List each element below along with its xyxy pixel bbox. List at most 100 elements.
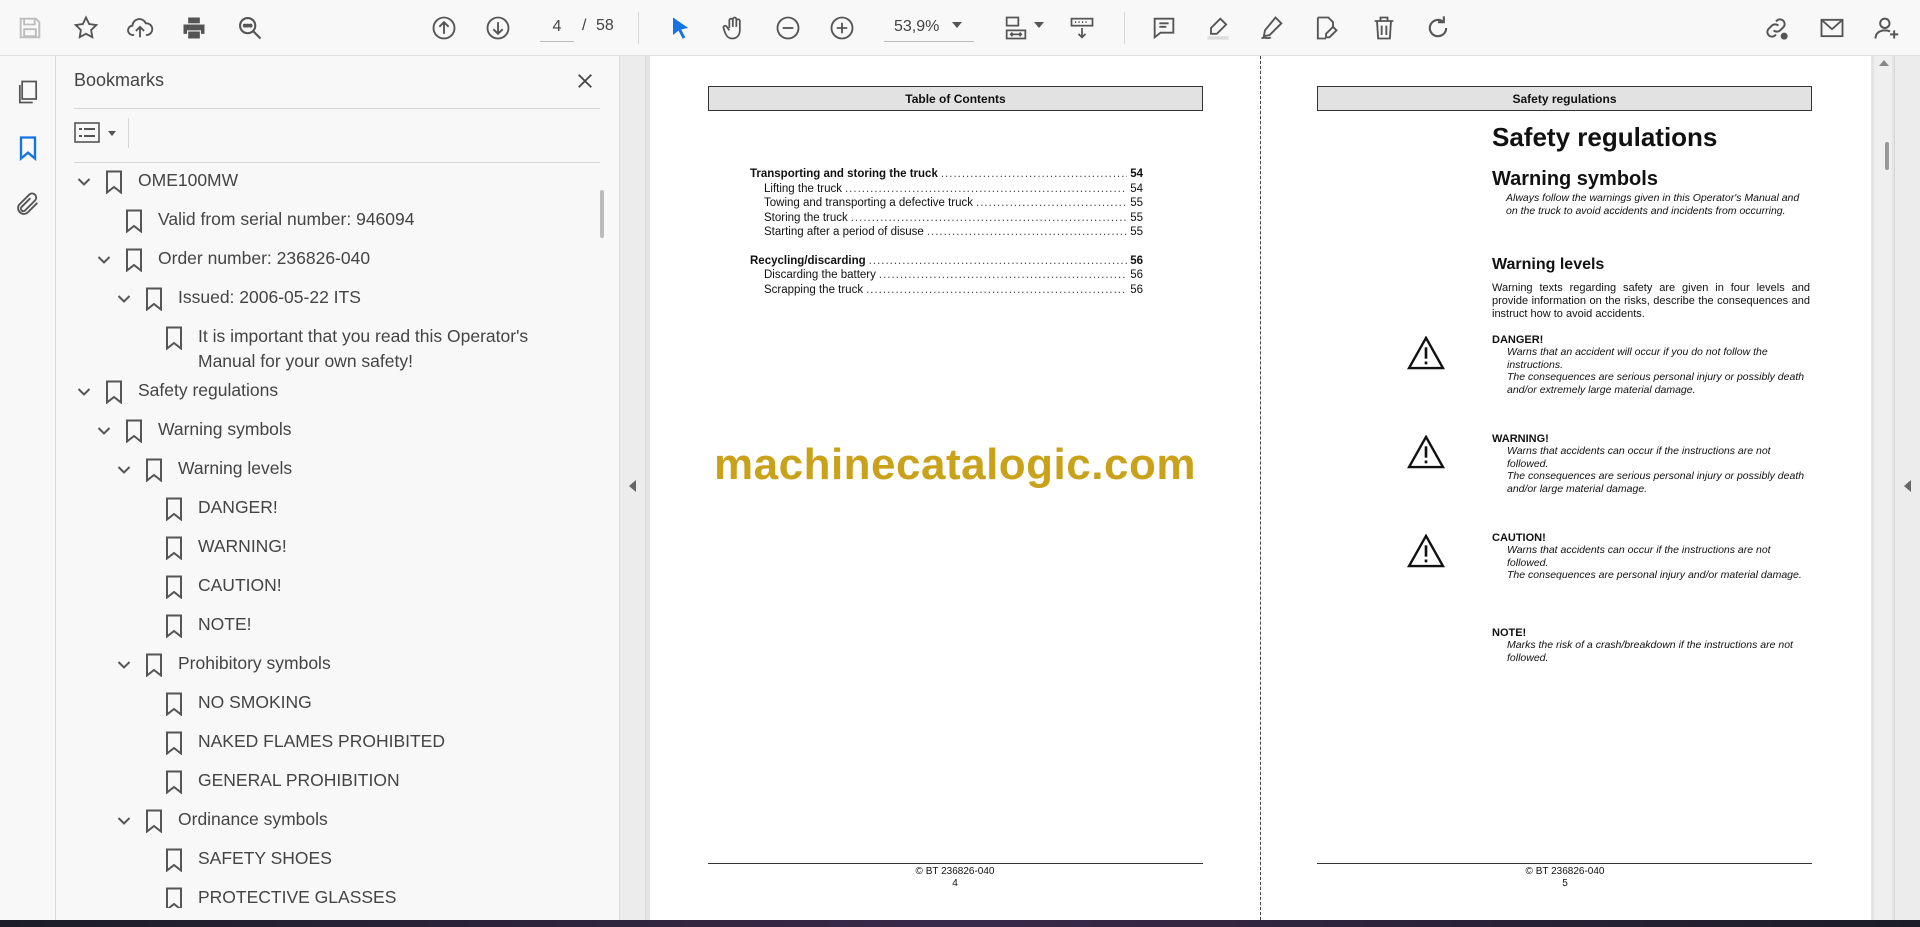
fill-sign-icon[interactable] [1306, 8, 1346, 48]
bookmark-icon [144, 458, 164, 483]
email-icon[interactable] [1812, 8, 1852, 48]
bookmark-icon[interactable] [8, 128, 48, 168]
print-icon[interactable] [174, 8, 214, 48]
toc-entry[interactable]: Recycling/discarding....................… [750, 255, 1143, 269]
bookmark-item[interactable]: PROTECTIVE GLASSES [134, 885, 396, 908]
toc-leader: ........................................… [868, 254, 1128, 267]
bookmark-item[interactable]: Warning symbols [94, 417, 292, 449]
delete-icon[interactable] [1364, 8, 1404, 48]
pages-icon[interactable] [8, 72, 48, 112]
warning-level-description-line: Warns that an accident will occur if you… [1507, 346, 1768, 371]
bookmark-item[interactable]: OME100MW [74, 168, 238, 200]
bookmark-item[interactable]: Ordinance symbols [114, 807, 328, 839]
chevron-down-icon[interactable] [94, 421, 114, 441]
footer-rule [1317, 863, 1812, 864]
toc-entry[interactable]: Scrapping the truck.....................… [750, 284, 1143, 298]
document-page-4: Table of Contents Transporting and stori… [650, 56, 1260, 920]
select-cursor-icon[interactable] [660, 8, 700, 48]
bookmark-label: NO SMOKING [198, 692, 312, 712]
bookmark-label: CAUTION! [198, 575, 282, 595]
account-icon[interactable] [1866, 8, 1906, 48]
bookmark-item[interactable]: SAFETY SHOES [134, 846, 332, 878]
document-scrollbar[interactable] [1874, 56, 1892, 920]
bookmark-icon [164, 326, 184, 351]
chevron-down-icon [108, 130, 116, 136]
toc-entry[interactable]: Lifting the truck.......................… [750, 183, 1143, 197]
toc-entry[interactable]: Transporting and storing the truck......… [750, 168, 1143, 182]
toolbar-divider [638, 12, 639, 44]
chevron-down-icon[interactable] [74, 172, 94, 192]
toc-entry[interactable]: Discarding the battery..................… [750, 269, 1143, 283]
bookmark-item[interactable]: CAUTION! [134, 573, 282, 605]
bookmark-label: It is important that you read this Opera… [198, 326, 529, 371]
bookmark-item[interactable]: Safety regulations [74, 378, 278, 410]
warning-level-name: CAUTION! [1492, 532, 1546, 544]
toc-entry[interactable]: Starting after a period of disuse.......… [750, 226, 1143, 240]
fit-page-chevron-icon[interactable] [1034, 22, 1044, 28]
toc-leader: ........................................… [940, 168, 1128, 180]
highlight-icon[interactable] [1198, 8, 1238, 48]
bookmark-item[interactable]: WARNING! [134, 534, 287, 566]
bookmark-item[interactable]: DANGER! [134, 495, 278, 527]
attachment-icon[interactable] [8, 184, 48, 224]
page-header: Safety regulations [1317, 86, 1812, 111]
save-icon[interactable] [10, 8, 50, 48]
scroll-up-icon[interactable] [1879, 60, 1889, 66]
bookmark-item[interactable]: NAKED FLAMES PROHIBITED [134, 729, 445, 761]
bookmark-options-button[interactable] [74, 118, 122, 148]
chevron-down-icon[interactable] [114, 289, 134, 309]
rotate-icon[interactable] [1418, 8, 1458, 48]
page-down-icon[interactable] [478, 8, 518, 48]
toc-leader: ........................................… [878, 269, 1128, 281]
upload-icon[interactable] [120, 8, 160, 48]
bookmark-icon [164, 887, 184, 908]
bookmark-label: Safety regulations [138, 380, 279, 400]
document-scrollbar-thumb[interactable] [1885, 142, 1889, 170]
panel-scrollbar-thumb[interactable] [600, 190, 604, 238]
bookmark-item[interactable]: Warning levels [114, 456, 292, 488]
toc-entry[interactable]: Towing and transporting a defective truc… [750, 197, 1143, 211]
levels-body: Warning texts regarding safety are given… [1492, 282, 1810, 320]
page-number-input[interactable] [540, 12, 574, 42]
chevron-down-icon[interactable] [94, 250, 114, 270]
page-up-icon[interactable] [424, 8, 464, 48]
bookmark-item[interactable]: It is important that you read this Opera… [134, 324, 558, 371]
bookmark-item[interactable]: GENERAL PROHIBITION [134, 768, 400, 800]
toc-entry[interactable]: Storing the truck.......................… [750, 212, 1143, 226]
hand-icon[interactable] [714, 8, 754, 48]
bookmark-item[interactable]: Valid from serial number: 946094 [94, 207, 414, 239]
scroll-mode-icon[interactable] [1062, 8, 1102, 48]
bookmark-item[interactable]: Prohibitory symbols [114, 651, 331, 683]
chevron-down-icon[interactable] [114, 460, 134, 480]
draw-icon[interactable] [1252, 8, 1292, 48]
chevron-down-icon[interactable] [114, 811, 134, 831]
zoom-in-icon[interactable] [822, 8, 862, 48]
bookmark-item[interactable]: NOTE! [134, 612, 251, 644]
bookmark-label: PROTECTIVE GLASSES [198, 887, 397, 907]
toc-page: 54 [1130, 182, 1143, 195]
share-link-icon[interactable] [1756, 8, 1796, 48]
close-icon[interactable] [570, 66, 600, 96]
toolbar-divider [128, 118, 129, 148]
bookmark-icon [124, 419, 144, 444]
bookmark-item[interactable]: Order number: 236826-040 [94, 246, 370, 278]
chevron-down-icon[interactable] [114, 655, 134, 675]
expand-right-panel-button[interactable] [1894, 56, 1920, 920]
collapse-left-panel-button[interactable] [620, 56, 646, 920]
bookmark-icon [144, 809, 164, 834]
bookmark-icon [144, 287, 164, 312]
fit-page-icon[interactable] [996, 8, 1036, 48]
comment-icon[interactable] [1144, 8, 1184, 48]
bookmark-item[interactable]: NO SMOKING [134, 690, 312, 722]
warning-level-description: Warns that an accident will occur if you… [1507, 346, 1812, 396]
find-icon[interactable] [230, 8, 270, 48]
chevron-down-icon[interactable] [74, 382, 94, 402]
bookmarks-panel: Bookmarks OME100MW Valid from serial numb… [56, 56, 620, 920]
warning-level-description: Warns that accidents can occur if the in… [1507, 445, 1812, 495]
star-icon[interactable] [66, 8, 106, 48]
zoom-dropdown-chevron-icon[interactable] [952, 22, 962, 28]
zoom-out-icon[interactable] [768, 8, 808, 48]
bookmark-item[interactable]: Issued: 2006-05-22 ITS [114, 285, 361, 317]
